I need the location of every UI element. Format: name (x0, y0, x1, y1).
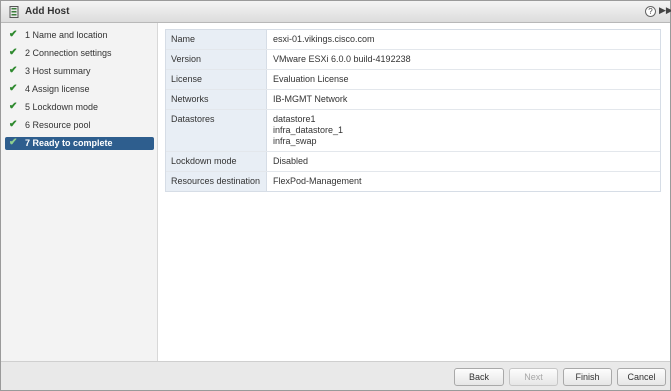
step-label: 5 Lockdown mode (25, 102, 99, 112)
dialog-title: Add Host (25, 6, 70, 17)
summary-panel: Name esxi-01.vikings.cisco.com Version V… (158, 23, 670, 361)
summary-value: esxi-01.vikings.cisco.com (273, 34, 375, 44)
summary-value: VMware ESXi 6.0.0 build-4192238 (273, 54, 411, 64)
summary-row-lockdown-mode: Lockdown mode Disabled (166, 152, 660, 172)
checkmark-icon: ✔ (9, 101, 18, 112)
step-host-summary[interactable]: ✔ 3 Host summary (5, 65, 154, 78)
summary-key: License (166, 70, 267, 89)
step-assign-license[interactable]: ✔ 4 Assign license (5, 83, 154, 96)
summary-key: Networks (166, 90, 267, 109)
summary-row-datastores: Datastores datastore1 infra_datastore_1 … (166, 110, 660, 152)
step-ready-to-complete[interactable]: ✔ 7 Ready to complete (5, 137, 154, 150)
summary-key: Resources destination (166, 172, 267, 191)
host-icon (9, 6, 19, 18)
expand-icon[interactable]: ▶▶ (659, 5, 671, 16)
summary-key: Name (166, 30, 267, 49)
step-label: 7 Ready to complete (25, 138, 113, 148)
wizard-steps: ✔ 1 Name and location ✔ 2 Connection set… (1, 23, 158, 361)
datastore-item: infra_datastore_1 (273, 125, 344, 135)
title-bar: Add Host ? ▶▶ (1, 1, 671, 23)
checkmark-icon: ✔ (9, 137, 18, 148)
summary-value: IB-MGMT Network (273, 94, 348, 104)
summary-value: datastore1 infra_datastore_1 infra_swap (267, 110, 660, 151)
help-icon[interactable]: ? (645, 6, 656, 17)
cancel-button[interactable]: Cancel (617, 368, 666, 386)
summary-value: Disabled (273, 156, 309, 166)
step-label: 4 Assign license (25, 84, 90, 94)
step-lockdown-mode[interactable]: ✔ 5 Lockdown mode (5, 101, 154, 114)
summary-row-license: License Evaluation License (166, 70, 660, 90)
finish-button[interactable]: Finish (563, 368, 612, 386)
summary-value: Evaluation License (273, 74, 349, 84)
step-label: 3 Host summary (25, 66, 91, 76)
summary-row-name: Name esxi-01.vikings.cisco.com (166, 30, 660, 50)
summary-row-resources-destination: Resources destination FlexPod-Management (166, 172, 660, 191)
datastore-item: infra_swap (273, 136, 317, 146)
summary-row-version: Version VMware ESXi 6.0.0 build-4192238 (166, 50, 660, 70)
step-label: 2 Connection settings (25, 48, 112, 58)
step-connection-settings[interactable]: ✔ 2 Connection settings (5, 47, 154, 60)
back-button[interactable]: Back (454, 368, 504, 386)
step-label: 6 Resource pool (25, 120, 91, 130)
summary-grid: Name esxi-01.vikings.cisco.com Version V… (165, 29, 661, 192)
button-bar: Back Next Finish Cancel (1, 361, 670, 390)
checkmark-icon: ✔ (9, 119, 18, 130)
summary-key: Datastores (166, 110, 267, 151)
step-label: 1 Name and location (25, 30, 108, 40)
summary-row-networks: Networks IB-MGMT Network (166, 90, 660, 110)
add-host-dialog: Add Host ? ▶▶ ✔ 1 Name and location ✔ 2 … (0, 0, 671, 391)
datastore-item: datastore1 (273, 114, 316, 124)
step-resource-pool[interactable]: ✔ 6 Resource pool (5, 119, 154, 132)
checkmark-icon: ✔ (9, 65, 18, 76)
summary-key: Lockdown mode (166, 152, 267, 171)
checkmark-icon: ✔ (9, 29, 18, 40)
checkmark-icon: ✔ (9, 47, 18, 58)
summary-value: FlexPod-Management (273, 176, 362, 186)
step-name-and-location[interactable]: ✔ 1 Name and location (5, 29, 154, 42)
checkmark-icon: ✔ (9, 83, 18, 94)
summary-key: Version (166, 50, 267, 69)
next-button[interactable]: Next (509, 368, 558, 386)
